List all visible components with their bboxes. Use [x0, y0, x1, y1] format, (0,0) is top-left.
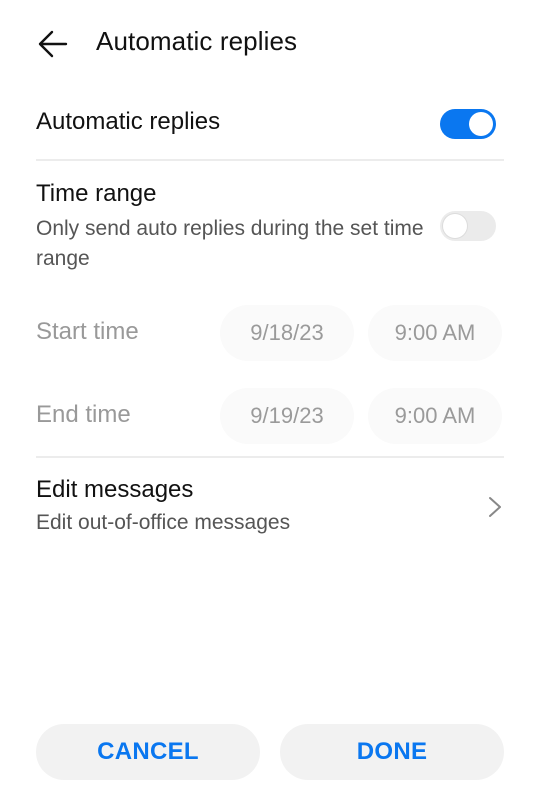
- edit-messages-label: Edit messages: [36, 476, 194, 503]
- toggle-knob: [443, 214, 467, 238]
- end-time-picker[interactable]: 9:00 AM: [368, 388, 502, 444]
- time-range-description: Only send auto replies during the set ti…: [36, 217, 424, 270]
- done-button[interactable]: DONE: [280, 724, 504, 780]
- divider: [36, 159, 504, 161]
- automatic-replies-row[interactable]: Automatic replies: [36, 108, 504, 136]
- end-time-label: End time: [36, 401, 131, 428]
- time-range-label: Time range: [36, 180, 157, 207]
- start-time-label: Start time: [36, 318, 139, 345]
- divider: [36, 456, 504, 458]
- start-time-picker[interactable]: 9:00 AM: [368, 305, 502, 361]
- arrow-left-icon: [38, 30, 68, 58]
- automatic-replies-toggle[interactable]: [440, 109, 496, 139]
- edit-messages-description: Edit out-of-office messages: [36, 511, 291, 534]
- time-range-toggle[interactable]: [440, 211, 496, 241]
- back-button[interactable]: [36, 28, 70, 60]
- automatic-replies-label: Automatic replies: [36, 108, 221, 135]
- start-date-picker[interactable]: 9/18/23: [220, 305, 354, 361]
- chevron-right-icon[interactable]: [488, 496, 502, 518]
- page-title: Automatic replies: [96, 26, 298, 56]
- app-bar: Automatic replies: [0, 0, 540, 88]
- toggle-knob: [469, 112, 493, 136]
- cancel-button[interactable]: CANCEL: [36, 724, 260, 780]
- edit-messages-row[interactable]: Edit messages Edit out-of-office message…: [36, 476, 504, 538]
- end-date-picker[interactable]: 9/19/23: [220, 388, 354, 444]
- time-range-row[interactable]: Time range Only send auto replies during…: [36, 180, 430, 274]
